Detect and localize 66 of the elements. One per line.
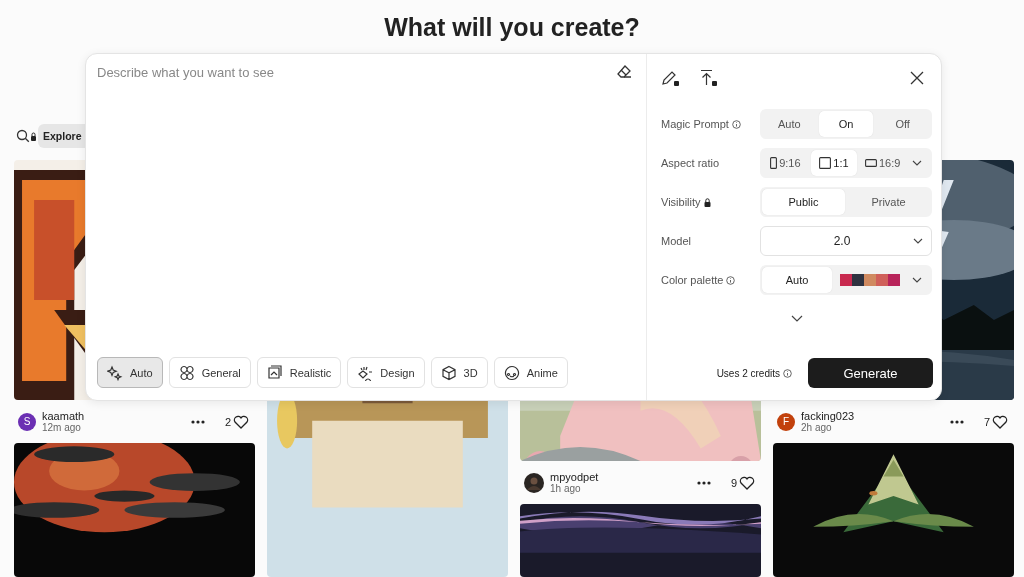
generate-button[interactable]: Generate: [808, 358, 933, 388]
like-count: 7: [983, 415, 990, 428]
style-chip[interactable]: Design: [347, 357, 425, 388]
like-count: 9: [730, 476, 737, 489]
post-time: 12m ago: [42, 421, 82, 434]
expand-icon[interactable]: [791, 315, 803, 322]
chevron-icon[interactable]: [912, 160, 922, 166]
style-chip[interactable]: Auto: [97, 357, 163, 388]
credits-note: Uses 2 credits: [716, 367, 780, 379]
setting-label: Model: [661, 235, 691, 247]
square-icon: [819, 157, 832, 169]
shapes-icon: [357, 364, 374, 381]
upload-icon[interactable]: [699, 69, 719, 87]
segment-option[interactable]: 16:9: [859, 150, 906, 176]
heart-icon[interactable]: [233, 414, 249, 429]
username[interactable]: mpyodpet: [550, 470, 691, 483]
segment-option[interactable]: Off: [875, 111, 930, 137]
pencil-icon[interactable]: [661, 69, 681, 87]
segment-option[interactable]: On: [818, 111, 874, 137]
eraser-icon[interactable]: [616, 64, 632, 80]
post-time: 2h ago: [801, 421, 832, 434]
close-icon[interactable]: [910, 71, 924, 85]
portrait-icon: [770, 157, 778, 169]
more-icon[interactable]: [696, 480, 711, 485]
style-chip[interactable]: 3D: [430, 357, 488, 388]
chevron-icon[interactable]: [912, 277, 922, 283]
info-icon[interactable]: [726, 275, 736, 285]
post-time: 1h ago: [550, 482, 581, 495]
style-chip[interactable]: Realistic: [256, 357, 342, 388]
segment-option[interactable]: 1:1: [810, 150, 858, 176]
setting-label: Color palette: [661, 274, 724, 286]
prompt-field[interactable]: Describe what you want to see: [97, 63, 608, 81]
segment-option[interactable]: Private: [847, 189, 930, 215]
segment-option[interactable]: Auto: [762, 111, 817, 137]
like-count: 2: [224, 415, 231, 428]
smiley-icon: [503, 364, 520, 381]
info-icon[interactable]: [731, 119, 741, 129]
username[interactable]: facking023: [801, 409, 944, 422]
sparkle-icon: [107, 364, 123, 381]
lock-icon: [703, 197, 711, 207]
more-icon[interactable]: [190, 419, 205, 424]
setting-label: Magic Prompt: [661, 118, 729, 130]
style-chip[interactable]: Anime: [493, 357, 568, 388]
grid-icon: [178, 364, 195, 381]
page-title: What will you create?: [383, 12, 641, 43]
more-icon[interactable]: [949, 419, 964, 424]
info-icon[interactable]: [783, 368, 792, 378]
chevron-icon: [913, 238, 923, 244]
segment-option[interactable]: 9:16: [762, 150, 809, 176]
segment-option[interactable]: Auto: [762, 267, 832, 293]
explore-tab[interactable]: Explore: [38, 124, 85, 148]
avatar[interactable]: F: [777, 412, 795, 431]
setting-label: Visibility: [661, 196, 701, 208]
image-icon: [266, 364, 283, 381]
username[interactable]: kaamath: [42, 409, 185, 422]
heart-icon[interactable]: [739, 475, 755, 490]
avatar[interactable]: S: [18, 412, 36, 431]
segment-option[interactable]: Public: [762, 189, 845, 215]
landscape-icon: [864, 159, 877, 167]
style-chip[interactable]: General: [168, 357, 251, 388]
setting-label: Aspect ratio: [661, 157, 720, 169]
model-select[interactable]: 2.0: [760, 226, 932, 256]
search-icon[interactable]: [16, 129, 38, 143]
avatar[interactable]: [524, 472, 544, 493]
cube-icon: [440, 364, 457, 381]
heart-icon[interactable]: [992, 414, 1008, 429]
